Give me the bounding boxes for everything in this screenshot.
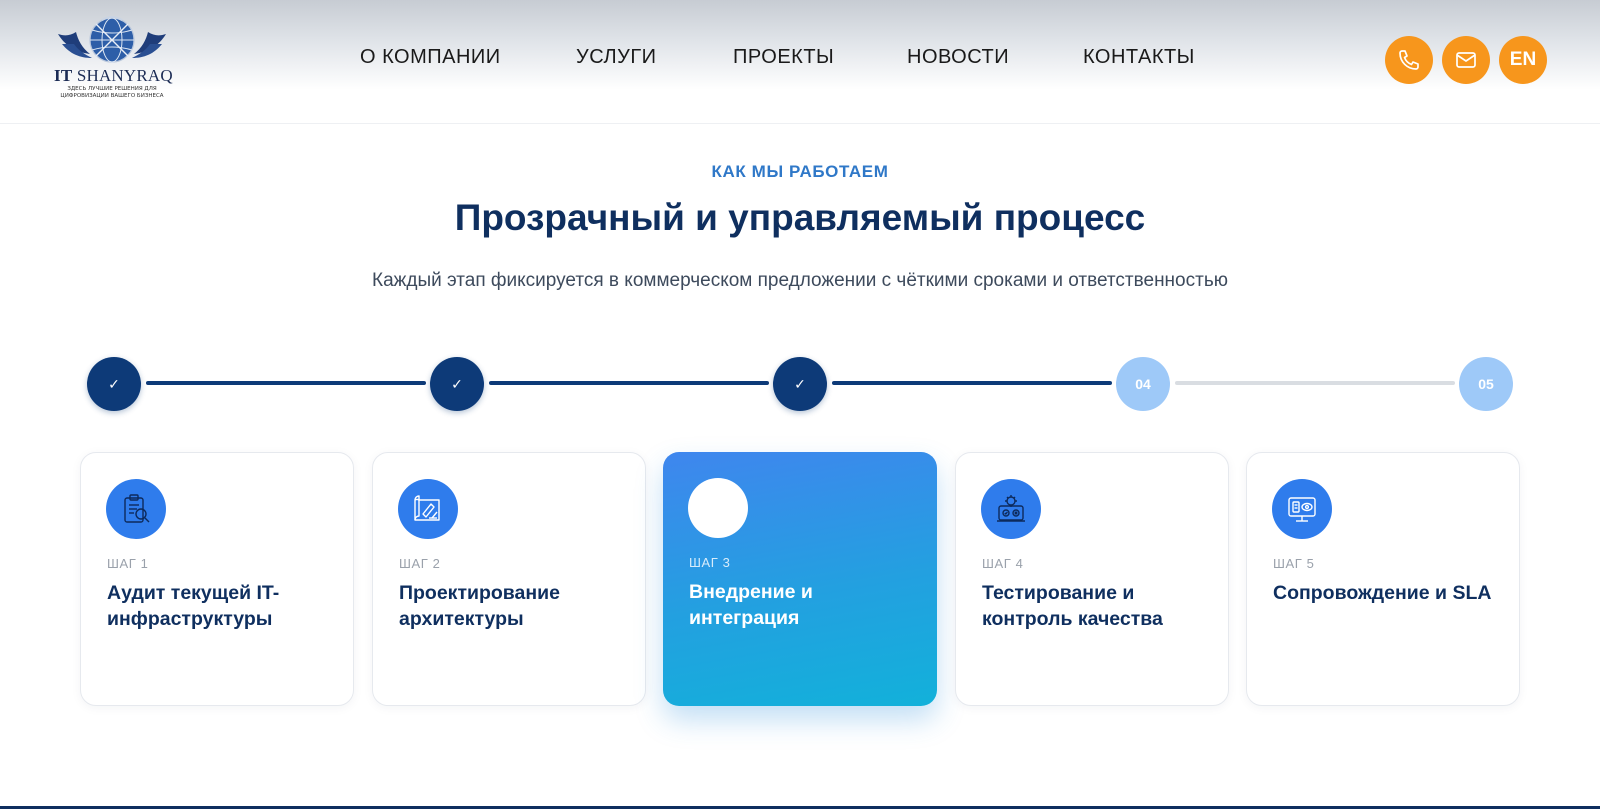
logo-tagline: ЗДЕСЬ ЛУЧШИЕ РЕШЕНИЯ ДЛЯ ЦИФРОВИЗАЦИИ ВА…	[60, 86, 164, 99]
stepper-connector-3	[832, 381, 1112, 385]
stepper-step-4[interactable]: 04	[1116, 357, 1170, 411]
card-step-label: ШАГ 4	[982, 556, 1024, 571]
stepper-step-1[interactable]: ✓	[87, 357, 141, 411]
phone-button[interactable]	[1385, 36, 1433, 84]
logo-emblem-icon	[58, 16, 166, 63]
step-card-1[interactable]: ШАГ 1 Аудит текущей IT-инфраструктуры	[80, 452, 354, 706]
section-eyebrow: КАК МЫ РАБОТАЕМ	[711, 162, 889, 181]
blueprint-design-icon	[398, 479, 458, 539]
step-card-5[interactable]: ШАГ 5 Сопровождение и SLA	[1246, 452, 1520, 706]
card-step-label: ШАГ 5	[1273, 556, 1315, 571]
card-title: Аудит текущей IT-инфраструктуры	[107, 582, 280, 630]
stepper-step-2[interactable]: ✓	[430, 357, 484, 411]
card-title: Тестирование и контроль качества	[982, 582, 1163, 630]
monitor-support-icon	[1272, 479, 1332, 539]
integration-icon	[688, 478, 748, 538]
logo[interactable]: IT SHANYRAQ ЗДЕСЬ ЛУЧШИЕ РЕШЕНИЯ ДЛЯ ЦИФ…	[52, 14, 173, 104]
mail-icon	[1456, 52, 1476, 68]
site-header: IT SHANYRAQ ЗДЕСЬ ЛУЧШИЕ РЕШЕНИЯ ДЛЯ ЦИФ…	[0, 0, 1600, 124]
audit-clipboard-icon	[106, 479, 166, 539]
step-card-3[interactable]: ШАГ 3 Внедрение и интеграция	[663, 452, 937, 706]
card-title: Проектирование архитектуры	[399, 582, 560, 630]
section-title: Прозрачный и управляемый процесс	[454, 197, 1146, 238]
logo-wordmark: IT SHANYRAQ	[54, 66, 173, 85]
nav-item-about[interactable]: О КОМПАНИИ	[360, 46, 501, 69]
phone-icon	[1399, 50, 1419, 70]
step-card-2[interactable]: ШАГ 2 Проектирование архитектуры	[372, 452, 646, 706]
card-title: Внедрение и интеграция	[689, 581, 813, 629]
nav-item-news[interactable]: НОВОСТИ	[907, 46, 1009, 69]
stepper-step-3[interactable]: ✓	[773, 357, 827, 411]
stepper-connector-1	[146, 381, 426, 385]
nav-item-services[interactable]: УСЛУГИ	[576, 46, 657, 69]
section-subtitle: Каждый этап фиксируется в коммерческом п…	[372, 270, 1228, 291]
stepper-connector-4	[1175, 381, 1455, 385]
stepper-connector-2	[489, 381, 769, 385]
step-card-4[interactable]: ШАГ 4 Тестирование и контроль качества	[955, 452, 1229, 706]
card-step-label: ШАГ 2	[399, 556, 441, 571]
card-title: Сопровождение и SLA	[1273, 582, 1492, 604]
card-step-label: ШАГ 1	[107, 556, 149, 571]
nav-item-projects[interactable]: ПРОЕКТЫ	[733, 46, 834, 69]
nav-item-contacts[interactable]: КОНТАКТЫ	[1083, 46, 1195, 69]
testing-gear-icon	[981, 479, 1041, 539]
stepper-step-5[interactable]: 05	[1459, 357, 1513, 411]
language-switch-button[interactable]: EN	[1499, 36, 1547, 84]
mail-button[interactable]	[1442, 36, 1490, 84]
card-step-label: ШАГ 3	[689, 555, 731, 570]
